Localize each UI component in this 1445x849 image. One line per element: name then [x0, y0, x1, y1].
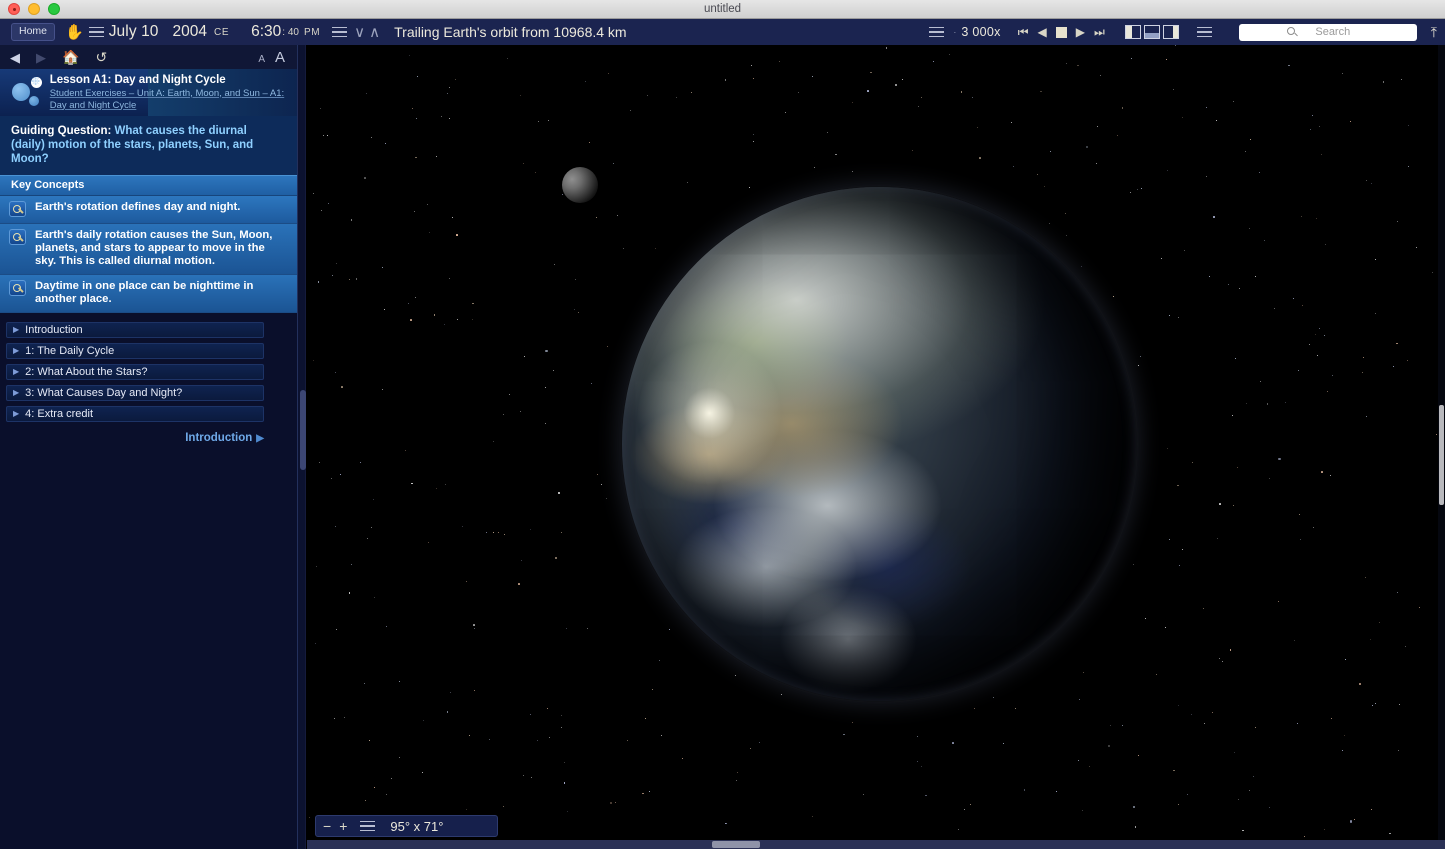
chevron-right-icon: ▶: [13, 326, 19, 334]
hand-cursor-icon[interactable]: ✋: [65, 25, 84, 40]
guiding-question-label: Guiding Question:: [11, 125, 111, 137]
arrow-right-icon: ▶: [256, 433, 264, 444]
next-section-label: Introduction: [185, 432, 252, 444]
lesson-sidebar: ◀ ▶ 🏠 ↺ A A ❉ Lesson A1: Day and Night C…: [0, 45, 297, 849]
layout-sidebar-left-icon[interactable]: [1125, 25, 1141, 39]
font-larger-button[interactable]: A: [275, 49, 285, 66]
chevron-right-icon: ▶: [13, 368, 19, 376]
viewport-vertical-scrollbar[interactable]: [1438, 45, 1445, 840]
skip-back-icon[interactable]: ⏮: [1018, 26, 1029, 38]
toc-item-label: Introduction: [25, 324, 82, 336]
zoom-in-button[interactable]: +: [339, 819, 347, 833]
toc-item-introduction[interactable]: ▶ Introduction: [6, 322, 264, 338]
layout-sidebar-right-icon[interactable]: [1163, 25, 1179, 39]
earth-sphere[interactable]: [622, 187, 1136, 701]
era-value[interactable]: CE: [214, 27, 229, 38]
viewport-horizontal-scrollbar[interactable]: [307, 840, 1445, 849]
search-field[interactable]: Search: [1239, 24, 1417, 41]
key-concept-item[interactable]: Earth's rotation defines day and night.: [0, 196, 297, 224]
transport-controls: ⏮ ◀ ▶ ⏭: [1018, 26, 1105, 38]
lesson-title: Lesson A1: Day and Night Cycle: [50, 74, 297, 86]
table-of-contents: ▶ Introduction ▶ 1: The Daily Cycle ▶ 2:…: [0, 313, 297, 444]
date-menu-icon[interactable]: [89, 27, 104, 38]
chevron-down-icon[interactable]: ∨: [354, 25, 365, 40]
toc-item-label: 4: Extra credit: [25, 408, 93, 420]
toc-item-label: 1: The Daily Cycle: [25, 345, 114, 357]
magnifier-icon: [9, 201, 26, 217]
layout-split-icon[interactable]: [1144, 25, 1160, 39]
font-smaller-button[interactable]: A: [258, 54, 265, 65]
key-concept-text: Earth's rotation defines day and night.: [35, 201, 240, 214]
guiding-question-block: Guiding Question: What causes the diurna…: [0, 116, 297, 175]
toc-item-label: 2: What About the Stars?: [25, 366, 147, 378]
key-concept-text: Earth's daily rotation causes the Sun, M…: [35, 229, 289, 268]
time-rate-value[interactable]: 3 000x: [961, 25, 1000, 39]
target-info-label: Trailing Earth's orbit from 10968.4 km: [394, 24, 626, 40]
key-concepts-header: Key Concepts: [0, 175, 297, 196]
stop-icon[interactable]: [1056, 27, 1067, 38]
rate-dot: ·: [953, 27, 956, 37]
sidebar-nav-bar: ◀ ▶ 🏠 ↺ A A: [0, 45, 297, 69]
toc-item-label: 3: What Causes Day and Night?: [25, 387, 182, 399]
toolbar-left-group: Home ✋ July 10 2004 CE 6:30 : 40 PM ∨ ∧ …: [0, 19, 627, 45]
sky-viewport[interactable]: − + 95° x 71°: [307, 45, 1445, 849]
play-icon[interactable]: ▶: [1076, 26, 1085, 38]
share-icon[interactable]: ⤒: [1431, 25, 1437, 39]
main-toolbar: Home ✋ July 10 2004 CE 6:30 : 40 PM ∨ ∧ …: [0, 19, 1445, 45]
moon-sphere[interactable]: [562, 167, 598, 203]
reload-icon[interactable]: ↺: [95, 50, 107, 64]
window-titlebar: untitled: [0, 0, 1445, 19]
options-menu-icon[interactable]: [1197, 27, 1212, 38]
layout-segmented-control: [1125, 25, 1179, 39]
toc-item-extra-credit[interactable]: ▶ 4: Extra credit: [6, 406, 264, 422]
next-section-link[interactable]: Introduction ▶: [0, 427, 276, 444]
field-of-view-value: 95° x 71°: [390, 819, 487, 834]
home-icon[interactable]: 🏠: [62, 50, 79, 64]
planets-icon: ❉: [0, 69, 40, 116]
viewport-horizontal-scrollbar-thumb[interactable]: [712, 841, 760, 848]
chevron-right-icon: ▶: [13, 347, 19, 355]
field-of-view-control: − + 95° x 71°: [315, 815, 498, 837]
font-size-controls: A A: [258, 49, 285, 66]
year-value[interactable]: 2004: [173, 23, 207, 41]
key-concept-text: Daytime in one place can be nighttime in…: [35, 280, 289, 306]
lesson-header-text: Lesson A1: Day and Night Cycle Student E…: [40, 74, 297, 112]
key-concept-item[interactable]: Earth's daily rotation causes the Sun, M…: [0, 224, 297, 275]
magnifier-icon: [9, 280, 26, 296]
search-placeholder: Search: [1305, 26, 1350, 38]
toc-item-what-causes-day-night[interactable]: ▶ 3: What Causes Day and Night?: [6, 385, 264, 401]
time-seconds[interactable]: : 40: [282, 27, 299, 38]
key-concepts-list: Earth's rotation defines day and night. …: [0, 196, 297, 313]
breadcrumb[interactable]: Student Exercises – Unit A: Earth, Moon,…: [50, 88, 297, 112]
viewport-vertical-scrollbar-thumb[interactable]: [1439, 405, 1444, 505]
toolbar-right-group: · 3 000x ⏮ ◀ ▶ ⏭ Search ⤒: [924, 19, 1445, 45]
rate-menu-icon[interactable]: [929, 27, 944, 38]
search-icon: [1287, 27, 1295, 35]
chevron-right-icon: ▶: [13, 389, 19, 397]
toc-item-daily-cycle[interactable]: ▶ 1: The Daily Cycle: [6, 343, 264, 359]
sidebar-scrollbar[interactable]: [297, 45, 306, 849]
app-window: untitled Home ✋ July 10 2004 CE 6:30 : 4…: [0, 0, 1445, 849]
toc-item-what-about-stars[interactable]: ▶ 2: What About the Stars?: [6, 364, 264, 380]
lesson-header: ❉ Lesson A1: Day and Night Cycle Student…: [0, 69, 297, 116]
rewind-icon[interactable]: ◀: [1038, 26, 1047, 38]
chevron-right-icon: ▶: [13, 410, 19, 418]
home-button[interactable]: Home: [11, 23, 55, 41]
forward-arrow-icon[interactable]: ▶: [36, 51, 46, 64]
date-value[interactable]: July 10: [109, 23, 159, 41]
back-arrow-icon[interactable]: ◀: [10, 51, 20, 64]
sidebar-scrollbar-thumb[interactable]: [300, 390, 306, 470]
window-title: untitled: [0, 3, 1445, 15]
key-concept-item[interactable]: Daytime in one place can be nighttime in…: [0, 275, 297, 313]
time-value[interactable]: 6:30: [251, 23, 281, 41]
chevron-up-icon[interactable]: ∧: [369, 25, 380, 40]
time-ampm[interactable]: PM: [304, 27, 320, 38]
skip-forward-icon[interactable]: ⏭: [1094, 26, 1105, 38]
fov-menu-icon[interactable]: [360, 821, 375, 832]
zoom-out-button[interactable]: −: [323, 819, 331, 833]
time-menu-icon[interactable]: [332, 27, 347, 38]
magnifier-icon: [9, 229, 26, 245]
